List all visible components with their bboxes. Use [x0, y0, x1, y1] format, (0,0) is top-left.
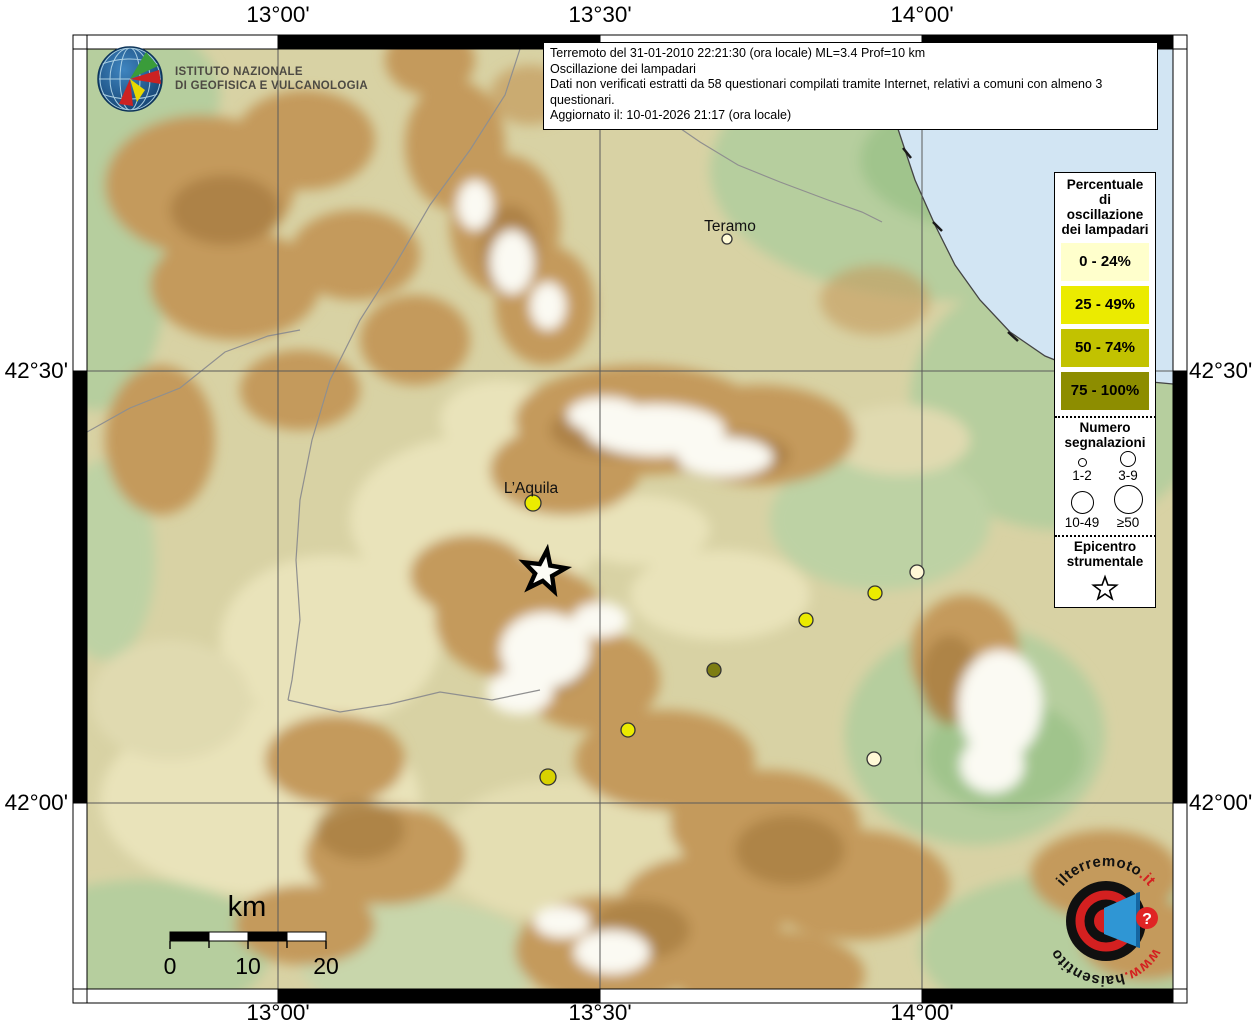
- lon-label-bottom-14-00: 14°00': [862, 1000, 982, 1024]
- ingv-logo: ISTITUTO NAZIONALE DI GEOFISICA E VULCAN…: [95, 44, 368, 114]
- city-label-laquila: L’Aquila: [504, 480, 559, 497]
- scale-tick-10: 10: [235, 953, 261, 979]
- lat-label-left-42-00: 42°00': [0, 790, 68, 816]
- scale-unit-label: km: [228, 891, 267, 923]
- report-size-scale: 1-2 3-9 10-49 ≥50: [1059, 451, 1151, 531]
- observation-dot: [621, 723, 635, 737]
- legend-swatch-0-24: 0 - 24%: [1061, 243, 1149, 281]
- lon-label-bottom-13-30: 13°30': [540, 1000, 660, 1024]
- legend-swatch-label: 75 - 100%: [1071, 382, 1139, 399]
- city-label-teramo: Teramo: [704, 218, 756, 235]
- size-circle-10-49: [1071, 491, 1094, 514]
- observation-dot: [867, 752, 881, 766]
- legend-divider: [1055, 416, 1156, 418]
- legend-swatch-50-74: 50 - 74%: [1061, 329, 1149, 367]
- observation-dot: [799, 613, 813, 627]
- lat-label-right-42-00: 42°00': [1189, 790, 1252, 816]
- size-circle-3-9: [1120, 451, 1136, 467]
- ingv-name-line2: DI GEOFISICA E VULCANOLOGIA: [175, 79, 368, 93]
- size-label-10-49: 10-49: [1065, 515, 1100, 531]
- lon-label-bottom-13-00: 13°00': [218, 1000, 338, 1024]
- legend-swatch-label: 25 - 49%: [1075, 296, 1135, 313]
- legend-epicenter-title: Epicentro strumentale: [1057, 539, 1153, 569]
- size-circle-50plus: [1114, 485, 1143, 514]
- observation-dot: [910, 565, 924, 579]
- legend-intensity-title: Percentuale di oscillazione dei lampadar…: [1059, 177, 1151, 237]
- legend-reports-title: Numero segnalazioni: [1057, 420, 1153, 450]
- event-updated-line: Aggiornato il: 10-01-2026 21:17 (ora loc…: [550, 108, 1151, 124]
- observation-dot: [868, 586, 882, 600]
- ingv-globe-icon: [95, 44, 165, 114]
- size-label-3-9: 3-9: [1118, 468, 1138, 484]
- legend-swatch-75-100: 75 - 100%: [1061, 372, 1149, 410]
- observation-dot: [722, 234, 732, 244]
- lon-label-top-14-00: 14°00': [862, 2, 982, 28]
- observation-dot: [540, 769, 556, 785]
- lon-label-top-13-30: 13°30': [540, 2, 660, 28]
- scale-tick-20: 20: [313, 953, 339, 979]
- event-effect-line: Oscillazione dei lampadari: [550, 62, 1151, 78]
- event-info-box: Terremoto del 31-01-2010 22:21:30 (ora l…: [543, 42, 1158, 130]
- legend-divider: [1055, 535, 1156, 537]
- lat-label-right-42-30: 42°30': [1189, 358, 1252, 384]
- size-circle-1-2: [1078, 458, 1087, 467]
- size-label-50plus: ≥50: [1117, 515, 1139, 531]
- observation-dot: [707, 663, 721, 677]
- event-title-line: Terremoto del 31-01-2010 22:21:30 (ora l…: [550, 46, 1151, 62]
- legend: Percentuale di oscillazione dei lampadar…: [1054, 172, 1156, 608]
- macroseismic-map-page: Teramo L’Aquila km: [0, 0, 1256, 1024]
- lat-label-left-42-30: 42°30': [0, 358, 68, 384]
- question-mark: ?: [1142, 911, 1152, 928]
- legend-swatch-25-49: 25 - 49%: [1061, 286, 1149, 324]
- observation-dot: [525, 495, 541, 511]
- legend-swatch-label: 0 - 24%: [1079, 253, 1131, 270]
- ingv-name-line1: ISTITUTO NAZIONALE: [175, 65, 368, 79]
- legend-swatch-label: 50 - 74%: [1075, 339, 1135, 356]
- lon-label-top-13-00: 13°00': [218, 2, 338, 28]
- epicenter-star-icon: [1090, 574, 1120, 604]
- size-label-1-2: 1-2: [1072, 468, 1092, 484]
- scale-tick-0: 0: [164, 953, 177, 979]
- event-disclaimer-line: Dati non verificati estratti da 58 quest…: [550, 77, 1151, 108]
